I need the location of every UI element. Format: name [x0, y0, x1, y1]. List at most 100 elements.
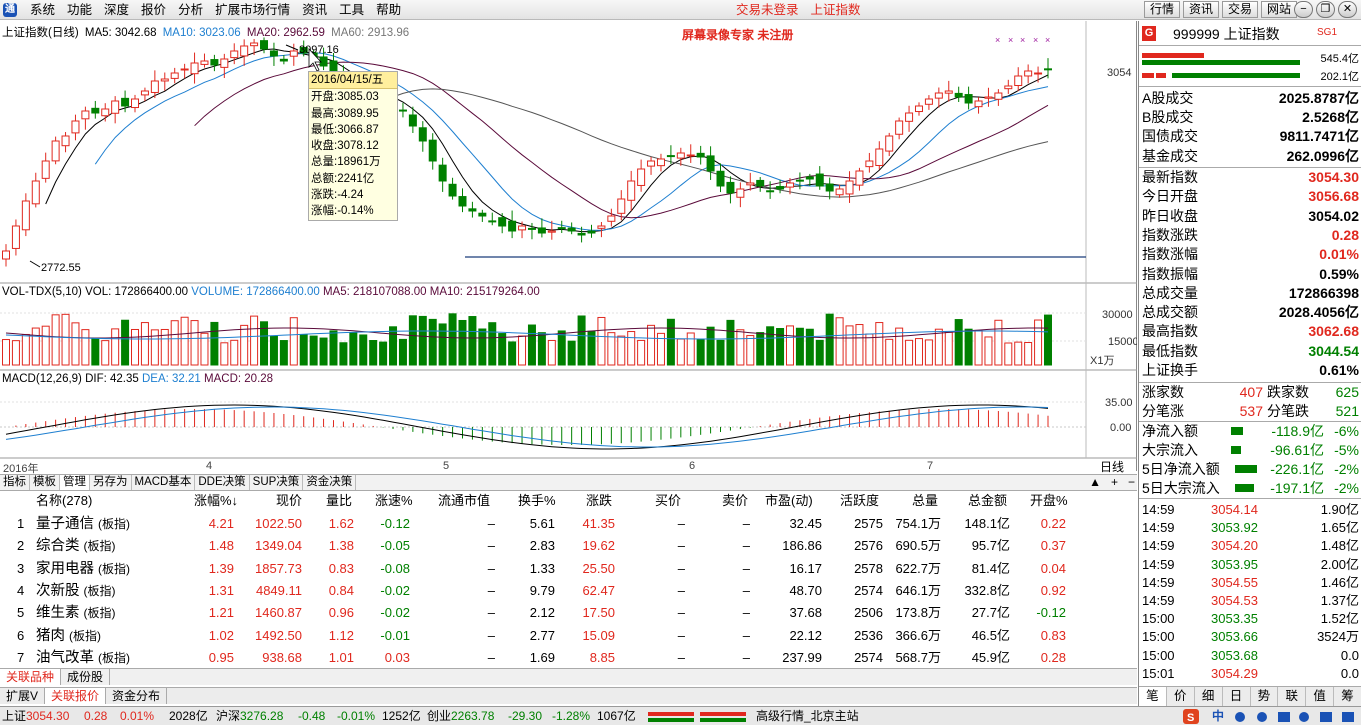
menu-extended-market[interactable]: 扩展市场行情: [209, 0, 296, 20]
tick-time: 15:00: [1142, 611, 1175, 627]
col-ask[interactable]: 卖价: [722, 491, 748, 511]
scroll-up-icon[interactable]: ▲: [1089, 475, 1101, 490]
col-chg-pct[interactable]: 涨幅%↓: [194, 491, 238, 511]
candle-body: [766, 190, 775, 193]
sector-name[interactable]: 维生素 (板指): [36, 602, 116, 624]
close-icon[interactable]: ✕: [1338, 1, 1357, 18]
ime-mode[interactable]: 中: [1212, 707, 1224, 725]
tab-macd-basic[interactable]: MACD基本: [132, 475, 196, 490]
candle-body: [498, 217, 507, 227]
menu-quote[interactable]: 报价: [135, 0, 172, 20]
sector-name[interactable]: 油气改革 (板指): [36, 647, 130, 669]
sector-name[interactable]: 量子通信 (板指): [36, 513, 130, 535]
volume-bar: [190, 320, 199, 366]
tab-fund[interactable]: 资金决策: [303, 475, 357, 490]
quote-tab-3[interactable]: 日: [1223, 687, 1251, 706]
minimize-icon[interactable]: −: [1294, 1, 1313, 18]
trade-button[interactable]: 交易: [1222, 1, 1259, 18]
tab-save-as[interactable]: 另存为: [90, 475, 132, 490]
tooltip-open: 开盘:3085.03: [311, 91, 379, 104]
table-row[interactable]: 5 维生素 (板指) 1.21 1460.87 0.96 -0.02 – 2.12 17.50 –…: [0, 602, 1137, 624]
candle-body: [984, 96, 993, 99]
restore-icon[interactable]: ❐: [1316, 1, 1335, 18]
quote-tab-6[interactable]: 值: [1306, 687, 1335, 706]
table-row[interactable]: 4 次新股 (板指) 1.31 4849.11 0.84 -0.02 – 9.79 62.47 –…: [0, 580, 1137, 602]
col-turnover[interactable]: 换手%: [518, 491, 556, 511]
stat-label: 总成交额: [1142, 304, 1198, 321]
col-bid[interactable]: 买价: [655, 491, 681, 511]
cell-mv: –: [487, 560, 495, 576]
sector-name[interactable]: 家用电器 (板指): [36, 558, 130, 580]
tab-manage[interactable]: 管理: [60, 475, 90, 490]
fund-flow-value: -118.9亿: [1271, 423, 1324, 439]
menu-depth[interactable]: 深度: [98, 0, 135, 20]
tab-related-quote[interactable]: 关联报价: [45, 688, 107, 704]
col-activity[interactable]: 活跃度: [840, 491, 879, 511]
sogou-ime-icon[interactable]: S: [1183, 709, 1199, 724]
col-vol-ratio[interactable]: 量比: [326, 491, 352, 511]
table-row[interactable]: 6 猪肉 (板指) 1.02 1492.50 1.12 -0.01 – 2.77 15.09 – –…: [0, 625, 1137, 647]
col-amount[interactable]: 总金额: [968, 491, 1007, 511]
col-price[interactable]: 现价: [276, 491, 302, 511]
col-speed[interactable]: 涨速%: [375, 491, 413, 511]
quote-tab-5[interactable]: 联: [1278, 687, 1307, 706]
sector-name[interactable]: 猪肉 (板指): [36, 625, 101, 647]
volume-bar: [686, 332, 695, 366]
period-selector[interactable]: 日线: [1100, 458, 1124, 475]
tab-fund-distribution[interactable]: 资金分布: [106, 688, 168, 704]
quote-tab-7[interactable]: 筹: [1334, 687, 1361, 706]
zoom-in-icon[interactable]: +: [1111, 475, 1118, 490]
fund-flow-pct: -5%: [1334, 442, 1359, 458]
col-open-pct[interactable]: 开盘%: [1030, 491, 1068, 511]
chart-area[interactable]: × × × × × 3097.16 2772.55 3054 30000 15000 X…: [0, 21, 1137, 475]
candle-body: [905, 112, 914, 122]
sector-name-text: 综合类: [36, 538, 80, 555]
cell-buy: –: [677, 516, 685, 531]
sector-name[interactable]: 综合类 (板指): [36, 535, 116, 557]
candle-body: [180, 68, 189, 71]
login-status[interactable]: 交易未登录: [736, 0, 799, 20]
menu-news[interactable]: 资讯: [296, 0, 333, 20]
menu-system[interactable]: 系统: [24, 0, 61, 20]
col-volume[interactable]: 总量: [912, 491, 938, 511]
quote-tab-1[interactable]: 价: [1167, 687, 1195, 706]
date-axis-label-jun: 6: [689, 460, 696, 472]
zoom-out-icon[interactable]: −: [1128, 475, 1135, 490]
sector-tag: (板指): [98, 561, 131, 576]
turnover-value: 262.0996亿: [1286, 147, 1359, 164]
menu-function[interactable]: 功能: [61, 0, 98, 20]
server-name[interactable]: 高级行情_北京主站: [756, 707, 859, 725]
sector-name[interactable]: 次新股 (板指): [36, 580, 116, 602]
website-button[interactable]: 网站: [1261, 1, 1298, 18]
quote-tab-4[interactable]: 势: [1251, 687, 1279, 706]
col-name[interactable]: 名称(278): [36, 491, 92, 511]
tick-time: 15:01: [1142, 665, 1175, 681]
menu-help[interactable]: 帮助: [370, 0, 407, 20]
col-change[interactable]: 涨跌: [586, 491, 612, 511]
tab-extend[interactable]: 扩展V: [0, 688, 46, 704]
kline-chart[interactable]: × × × × × 3097.16 2772.55 3054 30000 15000 X…: [0, 21, 1137, 471]
tooltip-low: 最低:3066.87: [311, 123, 379, 136]
tab-related-products[interactable]: 关联品种: [0, 669, 62, 685]
menu-tools[interactable]: 工具: [333, 0, 370, 20]
table-row[interactable]: 7 油气改革 (板指) 0.95 938.68 1.01 0.03 – 1.69 8.85 – – 2…: [0, 647, 1137, 669]
table-row[interactable]: 1 量子通信 (板指) 4.21 1022.50 1.62 -0.12 – 5.61 41.35…: [0, 513, 1137, 535]
news-button[interactable]: 资讯: [1183, 1, 1220, 18]
quote-button[interactable]: 行情: [1144, 1, 1181, 18]
menu-analysis[interactable]: 分析: [172, 0, 209, 20]
table-row[interactable]: 2 综合类 (板指) 1.48 1349.04 1.38 -0.05 – 2.83 19.62 –…: [0, 535, 1137, 557]
turnover-row: A股成交 2025.8787亿: [1139, 89, 1361, 108]
table-row[interactable]: 3 家用电器 (板指) 1.39 1857.73 0.83 -0.08 – 1.33 25.50…: [0, 558, 1137, 580]
tab-indicator[interactable]: 指标: [0, 475, 30, 490]
col-pe[interactable]: 市盈(动): [765, 491, 813, 511]
candle-body: [825, 183, 834, 192]
tab-sup[interactable]: SUP决策: [250, 475, 304, 490]
cell-amt: 332.8亿: [964, 582, 1010, 598]
ime-toolbar-icons[interactable]: [1232, 709, 1357, 724]
tab-constituents[interactable]: 成份股: [61, 669, 111, 685]
tab-template[interactable]: 模板: [30, 475, 60, 490]
tab-dde[interactable]: DDE决策: [195, 475, 250, 490]
quote-tab-2[interactable]: 细: [1195, 687, 1223, 706]
quote-tab-0[interactable]: 笔: [1139, 687, 1167, 706]
col-market-value[interactable]: 流通市值: [438, 491, 490, 511]
